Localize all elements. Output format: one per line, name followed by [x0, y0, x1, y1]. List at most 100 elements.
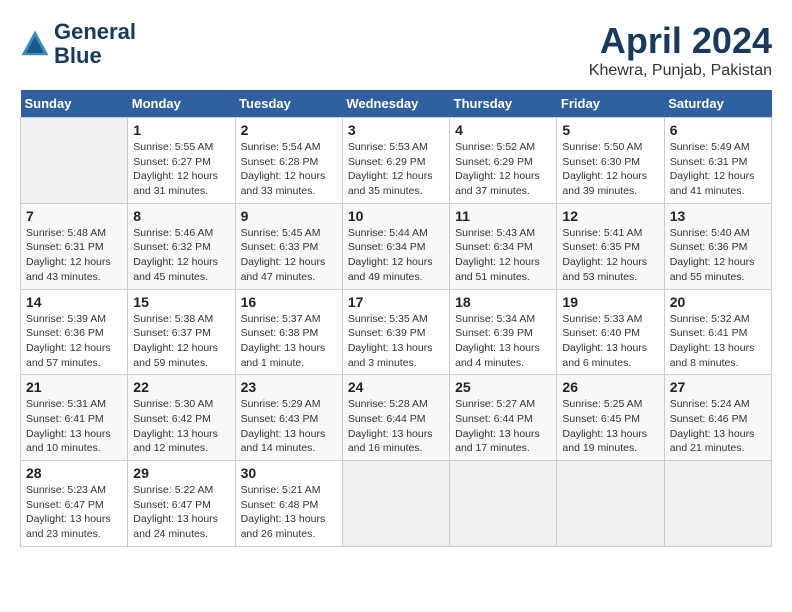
day-number: 25 [455, 379, 551, 395]
day-info: Sunrise: 5:55 AMSunset: 6:27 PMDaylight:… [133, 140, 229, 199]
day-number: 8 [133, 208, 229, 224]
day-number: 9 [241, 208, 337, 224]
calendar-day-cell [450, 461, 557, 547]
day-info: Sunrise: 5:53 AMSunset: 6:29 PMDaylight:… [348, 140, 444, 199]
day-number: 13 [670, 208, 766, 224]
day-number: 30 [241, 465, 337, 481]
day-number: 3 [348, 122, 444, 138]
day-number: 22 [133, 379, 229, 395]
day-info: Sunrise: 5:22 AMSunset: 6:47 PMDaylight:… [133, 483, 229, 542]
day-info: Sunrise: 5:25 AMSunset: 6:45 PMDaylight:… [562, 397, 658, 456]
day-number: 4 [455, 122, 551, 138]
calendar-header-cell: Saturday [664, 90, 771, 118]
logo-text: General Blue [54, 20, 136, 68]
day-number: 28 [26, 465, 122, 481]
day-info: Sunrise: 5:37 AMSunset: 6:38 PMDaylight:… [241, 312, 337, 371]
day-info: Sunrise: 5:46 AMSunset: 6:32 PMDaylight:… [133, 226, 229, 285]
day-info: Sunrise: 5:31 AMSunset: 6:41 PMDaylight:… [26, 397, 122, 456]
calendar-day-cell [557, 461, 664, 547]
day-number: 23 [241, 379, 337, 395]
calendar-header-cell: Tuesday [235, 90, 342, 118]
day-info: Sunrise: 5:23 AMSunset: 6:47 PMDaylight:… [26, 483, 122, 542]
calendar-day-cell: 11Sunrise: 5:43 AMSunset: 6:34 PMDayligh… [450, 203, 557, 289]
calendar-day-cell: 1 Sunrise: 5:55 AMSunset: 6:27 PMDaylight… [128, 118, 235, 204]
day-info: Sunrise: 5:35 AMSunset: 6:39 PMDaylight:… [348, 312, 444, 371]
day-info: Sunrise: 5:40 AMSunset: 6:36 PMDaylight:… [670, 226, 766, 285]
day-number: 2 [241, 122, 337, 138]
day-number: 10 [348, 208, 444, 224]
calendar-table: SundayMondayTuesdayWednesdayThursdayFrid… [20, 90, 772, 547]
calendar-day-cell: 13 Sunrise: 5:40 AMSunset: 6:36 PMDayligh… [664, 203, 771, 289]
day-number: 1 [133, 122, 229, 138]
calendar-day-cell: 16Sunrise: 5:37 AMSunset: 6:38 PMDayligh… [235, 289, 342, 375]
calendar-day-cell: 18 Sunrise: 5:34 AMSunset: 6:39 PMDayligh… [450, 289, 557, 375]
calendar-day-cell: 9 Sunrise: 5:45 AMSunset: 6:33 PMDaylight… [235, 203, 342, 289]
calendar-day-cell: 17 Sunrise: 5:35 AMSunset: 6:39 PMDayligh… [342, 289, 449, 375]
day-number: 27 [670, 379, 766, 395]
day-info: Sunrise: 5:44 AMSunset: 6:34 PMDaylight:… [348, 226, 444, 285]
calendar-day-cell: 10 Sunrise: 5:44 AMSunset: 6:34 PMDayligh… [342, 203, 449, 289]
day-info: Sunrise: 5:21 AMSunset: 6:48 PMDaylight:… [241, 483, 337, 542]
day-info: Sunrise: 5:52 AMSunset: 6:29 PMDaylight:… [455, 140, 551, 199]
day-info: Sunrise: 5:24 AMSunset: 6:46 PMDaylight:… [670, 397, 766, 456]
calendar-day-cell: 26 Sunrise: 5:25 AMSunset: 6:45 PMDayligh… [557, 375, 664, 461]
day-info: Sunrise: 5:32 AMSunset: 6:41 PMDaylight:… [670, 312, 766, 371]
calendar-day-cell: 28 Sunrise: 5:23 AMSunset: 6:47 PMDayligh… [21, 461, 128, 547]
header: General Blue April 2024 Khewra, Punjab, … [20, 20, 772, 80]
calendar-day-cell: 20Sunrise: 5:32 AMSunset: 6:41 PMDayligh… [664, 289, 771, 375]
calendar-day-cell [21, 118, 128, 204]
day-number: 6 [670, 122, 766, 138]
day-number: 26 [562, 379, 658, 395]
calendar-day-cell: 30 Sunrise: 5:21 AMSunset: 6:48 PMDayligh… [235, 461, 342, 547]
day-info: Sunrise: 5:33 AMSunset: 6:40 PMDaylight:… [562, 312, 658, 371]
calendar-header-cell: Friday [557, 90, 664, 118]
calendar-day-cell: 19 Sunrise: 5:33 AMSunset: 6:40 PMDayligh… [557, 289, 664, 375]
day-info: Sunrise: 5:28 AMSunset: 6:44 PMDaylight:… [348, 397, 444, 456]
calendar-week-row: 14 Sunrise: 5:39 AMSunset: 6:36 PMDayligh… [21, 289, 772, 375]
calendar-day-cell: 2 Sunrise: 5:54 AMSunset: 6:28 PMDaylight… [235, 118, 342, 204]
day-info: Sunrise: 5:41 AMSunset: 6:35 PMDaylight:… [562, 226, 658, 285]
calendar-day-cell: 6Sunrise: 5:49 AMSunset: 6:31 PMDaylight… [664, 118, 771, 204]
day-number: 15 [133, 294, 229, 310]
calendar-day-cell: 4 Sunrise: 5:52 AMSunset: 6:29 PMDaylight… [450, 118, 557, 204]
calendar-day-cell [664, 461, 771, 547]
day-info: Sunrise: 5:29 AMSunset: 6:43 PMDaylight:… [241, 397, 337, 456]
calendar-header-row: SundayMondayTuesdayWednesdayThursdayFrid… [21, 90, 772, 118]
calendar-day-cell: 27 Sunrise: 5:24 AMSunset: 6:46 PMDayligh… [664, 375, 771, 461]
day-number: 18 [455, 294, 551, 310]
calendar-week-row: 1 Sunrise: 5:55 AMSunset: 6:27 PMDaylight… [21, 118, 772, 204]
logo: General Blue [20, 20, 136, 68]
calendar-day-cell [342, 461, 449, 547]
day-info: Sunrise: 5:45 AMSunset: 6:33 PMDaylight:… [241, 226, 337, 285]
calendar-header-cell: Monday [128, 90, 235, 118]
day-info: Sunrise: 5:39 AMSunset: 6:36 PMDaylight:… [26, 312, 122, 371]
calendar-day-cell: 29 Sunrise: 5:22 AMSunset: 6:47 PMDayligh… [128, 461, 235, 547]
day-number: 21 [26, 379, 122, 395]
calendar-day-cell: 7 Sunrise: 5:48 AMSunset: 6:31 PMDaylight… [21, 203, 128, 289]
day-number: 17 [348, 294, 444, 310]
day-number: 14 [26, 294, 122, 310]
day-number: 12 [562, 208, 658, 224]
logo-icon [20, 29, 50, 59]
calendar-body: 1 Sunrise: 5:55 AMSunset: 6:27 PMDaylight… [21, 118, 772, 547]
calendar-day-cell: 3 Sunrise: 5:53 AMSunset: 6:29 PMDaylight… [342, 118, 449, 204]
calendar-day-cell: 25Sunrise: 5:27 AMSunset: 6:44 PMDayligh… [450, 375, 557, 461]
day-number: 24 [348, 379, 444, 395]
day-info: Sunrise: 5:38 AMSunset: 6:37 PMDaylight:… [133, 312, 229, 371]
day-number: 7 [26, 208, 122, 224]
calendar-header-cell: Sunday [21, 90, 128, 118]
day-number: 29 [133, 465, 229, 481]
calendar-header-cell: Wednesday [342, 90, 449, 118]
day-info: Sunrise: 5:54 AMSunset: 6:28 PMDaylight:… [241, 140, 337, 199]
day-number: 19 [562, 294, 658, 310]
calendar-week-row: 28 Sunrise: 5:23 AMSunset: 6:47 PMDayligh… [21, 461, 772, 547]
day-info: Sunrise: 5:34 AMSunset: 6:39 PMDaylight:… [455, 312, 551, 371]
main-title: April 2024 [589, 20, 772, 62]
day-number: 5 [562, 122, 658, 138]
calendar-day-cell: 23 Sunrise: 5:29 AMSunset: 6:43 PMDayligh… [235, 375, 342, 461]
logo-line1: General [54, 20, 136, 44]
day-info: Sunrise: 5:50 AMSunset: 6:30 PMDaylight:… [562, 140, 658, 199]
day-info: Sunrise: 5:48 AMSunset: 6:31 PMDaylight:… [26, 226, 122, 285]
calendar-day-cell: 21 Sunrise: 5:31 AMSunset: 6:41 PMDayligh… [21, 375, 128, 461]
calendar-day-cell: 8 Sunrise: 5:46 AMSunset: 6:32 PMDaylight… [128, 203, 235, 289]
